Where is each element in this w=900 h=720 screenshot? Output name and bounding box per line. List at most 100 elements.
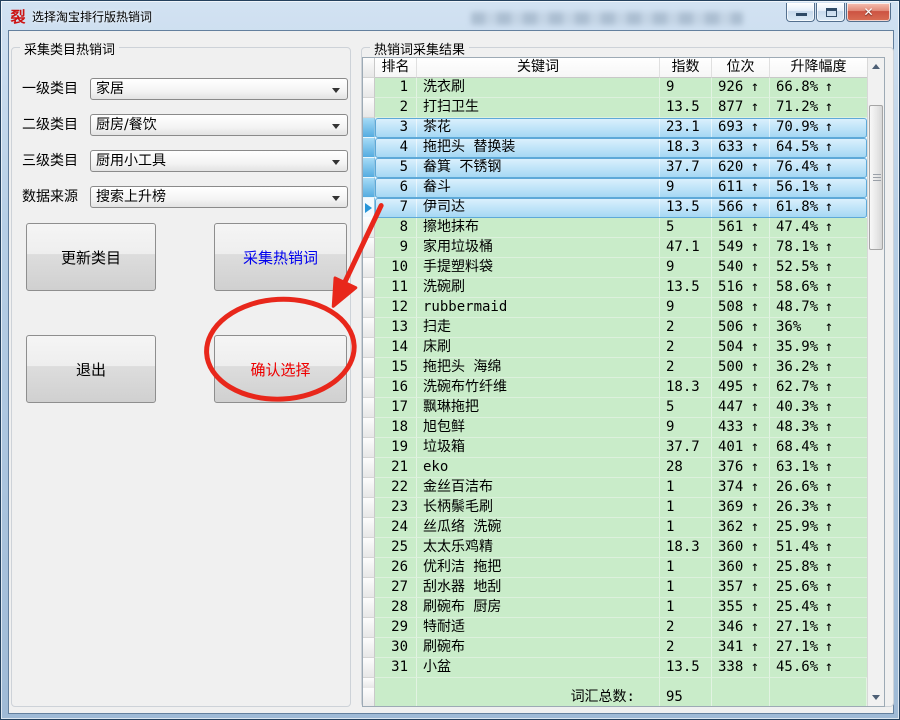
header-rank[interactable]: 排名 <box>375 58 417 78</box>
row-gutter[interactable] <box>363 478 375 498</box>
table-row[interactable]: 31 小盆 13.5 338 ↑ 45.6% ↑ <box>363 658 867 678</box>
level2-category-select[interactable]: 厨房/餐饮 <box>90 114 348 136</box>
table-row[interactable]: 21 eko 28 376 ↑ 63.1% ↑ <box>363 458 867 478</box>
cell-position: 611 ↑ <box>712 178 770 198</box>
row-gutter[interactable] <box>363 78 375 98</box>
cell-change-value: 62.7% <box>770 378 822 397</box>
row-gutter[interactable] <box>363 398 375 418</box>
row-gutter[interactable] <box>363 218 375 238</box>
cell-position-value: 508 <box>712 298 748 317</box>
table-row[interactable]: 30 刷碗布 2 341 ↑ 27.1% ↑ <box>363 638 867 658</box>
row-gutter[interactable] <box>363 298 375 318</box>
cell-keyword: 扫走 <box>417 318 660 338</box>
row-gutter[interactable] <box>363 338 375 358</box>
table-row[interactable]: 18 旭包鲜 9 433 ↑ 48.3% ↑ <box>363 418 867 438</box>
header-keyword[interactable]: 关键词 <box>417 58 660 78</box>
title-bar[interactable]: 裂 选择淘宝排行版热销词 ✕ <box>3 3 897 30</box>
row-gutter[interactable] <box>363 258 375 278</box>
row-gutter[interactable] <box>363 558 375 578</box>
row-gutter[interactable] <box>363 618 375 638</box>
row-gutter[interactable] <box>363 138 375 158</box>
cell-rank: 13 <box>375 318 417 338</box>
data-source-select[interactable]: 搜索上升榜 <box>90 186 348 208</box>
table-row[interactable]: 12 rubbermaid 9 508 ↑ 48.7% ↑ <box>363 298 867 318</box>
table-row[interactable]: 29 特耐适 2 346 ↑ 27.1% ↑ <box>363 618 867 638</box>
cell-position-value: 566 <box>712 198 748 217</box>
row-gutter[interactable] <box>363 498 375 518</box>
row-gutter[interactable] <box>363 418 375 438</box>
table-row[interactable]: 19 垃圾箱 37.7 401 ↑ 68.4% ↑ <box>363 438 867 458</box>
table-row[interactable]: 28 刷碗布 厨房 1 355 ↑ 25.4% ↑ <box>363 598 867 618</box>
row-gutter[interactable] <box>363 118 375 138</box>
row-gutter[interactable] <box>363 598 375 618</box>
maximize-button[interactable] <box>816 3 845 22</box>
header-change[interactable]: 升降幅度 <box>770 58 867 78</box>
header-position[interactable]: 位次 <box>712 58 770 78</box>
level1-category-select[interactable]: 家居 <box>90 78 348 100</box>
row-gutter[interactable] <box>363 378 375 398</box>
table-row[interactable]: 23 长柄鬃毛刷 1 369 ↑ 26.3% ↑ <box>363 498 867 518</box>
table-row[interactable]: 4 拖把头 替换装 18.3 633 ↑ 64.5% ↑ <box>363 138 867 158</box>
table-row[interactable]: 6 畚斗 9 611 ↑ 56.1% ↑ <box>363 178 867 198</box>
collect-hot-words-button[interactable]: 采集热销词 <box>214 223 347 291</box>
minimize-button[interactable] <box>786 3 815 22</box>
row-gutter[interactable] <box>363 198 375 218</box>
table-row[interactable]: 26 优利洁 拖把 1 360 ↑ 25.8% ↑ <box>363 558 867 578</box>
table-row[interactable]: 7 伊司达 13.5 566 ↑ 61.8% ↑ <box>363 198 867 218</box>
up-arrow: ↑ <box>748 618 762 637</box>
cell-change: 35.9% ↑ <box>770 338 867 358</box>
table-row[interactable]: 2 打扫卫生 13.5 877 ↑ 71.2% ↑ <box>363 98 867 118</box>
cell-position-value: 447 <box>712 398 748 417</box>
table-row[interactable]: 1 洗衣刷 9 926 ↑ 66.8% ↑ <box>363 78 867 98</box>
row-gutter[interactable] <box>363 238 375 258</box>
row-gutter[interactable] <box>363 98 375 118</box>
row-gutter[interactable] <box>363 518 375 538</box>
table-row[interactable]: 10 手提塑料袋 9 540 ↑ 52.5% ↑ <box>363 258 867 278</box>
table-row[interactable]: 14 床刷 2 504 ↑ 35.9% ↑ <box>363 338 867 358</box>
window-controls: ✕ <box>785 3 891 22</box>
table-row[interactable]: 9 家用垃圾桶 47.1 549 ↑ 78.1% ↑ <box>363 238 867 258</box>
close-button[interactable]: ✕ <box>846 3 891 22</box>
header-index[interactable]: 指数 <box>660 58 712 78</box>
cell-position: 433 ↑ <box>712 418 770 438</box>
row-gutter[interactable] <box>363 358 375 378</box>
table-row[interactable]: 5 畚箕 不锈钢 37.7 620 ↑ 76.4% ↑ <box>363 158 867 178</box>
table-row[interactable]: 3 茶花 23.1 693 ↑ 70.9% ↑ <box>363 118 867 138</box>
level1-value: 家居 <box>96 79 124 99</box>
scroll-down-button[interactable] <box>868 689 884 706</box>
row-gutter[interactable] <box>363 158 375 178</box>
level3-category-select[interactable]: 厨用小工具 <box>90 150 348 172</box>
row-gutter[interactable] <box>363 578 375 598</box>
scrollbar-thumb[interactable] <box>869 105 883 250</box>
table-row[interactable]: 11 洗碗刷 13.5 516 ↑ 58.6% ↑ <box>363 278 867 298</box>
vertical-scrollbar[interactable] <box>867 58 884 706</box>
table-row[interactable]: 27 刮水器 地刮 1 357 ↑ 25.6% ↑ <box>363 578 867 598</box>
update-categories-button[interactable]: 更新类目 <box>26 223 156 291</box>
row-gutter[interactable] <box>363 538 375 558</box>
table-row[interactable]: 22 金丝百洁布 1 374 ↑ 26.6% ↑ <box>363 478 867 498</box>
row-gutter[interactable] <box>363 178 375 198</box>
table-spacer-row <box>363 678 867 688</box>
cell-keyword: 长柄鬃毛刷 <box>417 498 660 518</box>
table-row[interactable]: 16 洗碗布竹纤维 18.3 495 ↑ 62.7% ↑ <box>363 378 867 398</box>
confirm-selection-button[interactable]: 确认选择 <box>214 335 347 403</box>
cell-rank: 23 <box>375 498 417 518</box>
row-gutter[interactable] <box>363 278 375 298</box>
exit-button[interactable]: 退出 <box>26 335 156 403</box>
row-gutter[interactable] <box>363 458 375 478</box>
table-row[interactable]: 17 飘琳拖把 5 447 ↑ 40.3% ↑ <box>363 398 867 418</box>
row-gutter[interactable] <box>363 658 375 678</box>
table-row[interactable]: 25 太太乐鸡精 18.3 360 ↑ 51.4% ↑ <box>363 538 867 558</box>
cell-change: 48.7% ↑ <box>770 298 867 318</box>
row-gutter[interactable] <box>363 638 375 658</box>
scroll-up-button[interactable] <box>868 58 884 75</box>
cell-rank: 18 <box>375 418 417 438</box>
table-row[interactable]: 15 拖把头 海绵 2 500 ↑ 36.2% ↑ <box>363 358 867 378</box>
up-arrow: ↑ <box>748 658 762 677</box>
table-row[interactable]: 24 丝瓜络 洗碗 1 362 ↑ 25.9% ↑ <box>363 518 867 538</box>
table-row[interactable]: 13 扫走 2 506 ↑ 36% ↑ <box>363 318 867 338</box>
row-gutter[interactable] <box>363 438 375 458</box>
table-row[interactable]: 8 擦地抹布 5 561 ↑ 47.4% ↑ <box>363 218 867 238</box>
row-gutter[interactable] <box>363 318 375 338</box>
cell-rank: 17 <box>375 398 417 418</box>
